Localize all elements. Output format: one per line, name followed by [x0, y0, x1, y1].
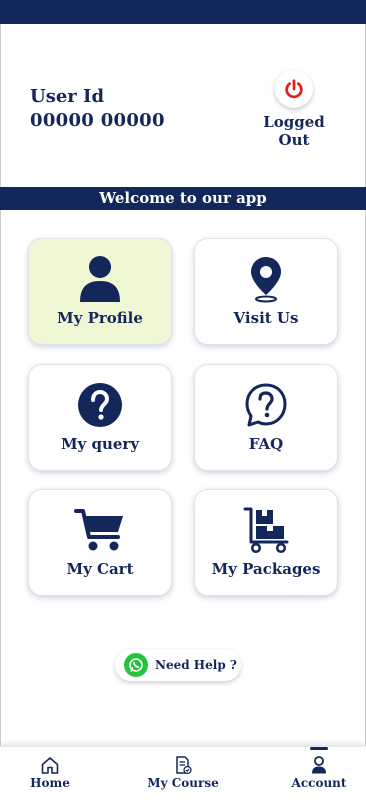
- tile-my-cart[interactable]: My Cart: [28, 489, 172, 596]
- course-document-icon: [176, 756, 192, 775]
- question-circle-icon: [78, 383, 122, 427]
- user-icon: [80, 256, 120, 302]
- user-id-label: User Id: [30, 86, 105, 107]
- tile-my-profile[interactable]: My Profile: [28, 238, 172, 345]
- power-icon: [285, 79, 303, 99]
- status-bar: [0, 0, 366, 24]
- tile-label: My Packages: [211, 560, 321, 578]
- nav-home[interactable]: Home: [24, 755, 76, 801]
- whatsapp-icon: [124, 653, 148, 677]
- account-icon: [312, 756, 326, 774]
- logout-button[interactable]: [275, 70, 313, 108]
- tile-my-query[interactable]: My query: [28, 364, 172, 471]
- question-bubble-icon: [245, 383, 287, 427]
- cart-icon: [74, 509, 123, 551]
- user-id-value: 00000 00000: [30, 110, 165, 131]
- home-icon: [41, 757, 59, 774]
- need-help-button[interactable]: Need Help ?: [115, 649, 241, 681]
- tile-label: FAQ: [248, 435, 284, 453]
- nav-label: Account: [291, 776, 347, 790]
- welcome-banner: Welcome to our app: [0, 187, 366, 210]
- need-help-label: Need Help ?: [155, 658, 237, 672]
- package-trolley-icon: [243, 507, 289, 554]
- tile-my-packages[interactable]: My Packages: [194, 489, 338, 596]
- tile-label: My Cart: [66, 560, 134, 578]
- logout-label[interactable]: Logged Out: [246, 113, 342, 149]
- active-tab-indicator: [310, 747, 328, 750]
- bottom-nav: Home My Course Account: [0, 746, 366, 803]
- tile-faq[interactable]: FAQ: [194, 364, 338, 471]
- tile-visit-us[interactable]: Visit Us: [194, 238, 338, 345]
- nav-my-course[interactable]: My Course: [145, 755, 221, 801]
- nav-label: My Course: [147, 776, 219, 790]
- tile-label: My Profile: [57, 309, 143, 327]
- tile-label: My query: [60, 435, 140, 453]
- tile-label: Visit Us: [233, 309, 299, 327]
- nav-account[interactable]: Account: [290, 755, 348, 801]
- location-pin-icon: [251, 257, 281, 303]
- nav-label: Home: [30, 776, 70, 790]
